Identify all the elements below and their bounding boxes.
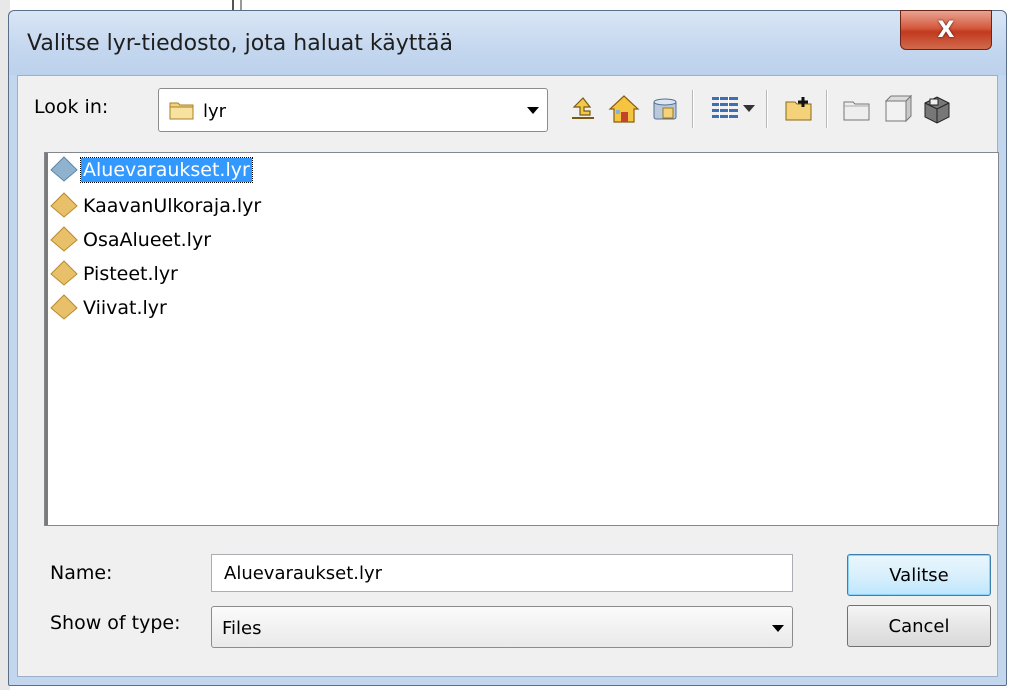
layer-file-icon <box>50 260 78 286</box>
list-border <box>45 153 48 525</box>
list-item[interactable]: OsaAlueet.lyr <box>49 225 213 255</box>
background-divider <box>232 0 234 10</box>
toolbar-separator <box>826 90 828 128</box>
list-item[interactable]: Aluevaraukset.lyr <box>49 155 253 185</box>
view-dropdown-chevron-icon[interactable] <box>740 92 758 126</box>
view-menu-icon[interactable] <box>708 92 742 126</box>
new-item-icon[interactable] <box>880 92 914 126</box>
name-label: Name: <box>50 562 113 584</box>
title-bar[interactable]: Valitse lyr-tiedosto, jota haluat käyttä… <box>9 10 1006 75</box>
chevron-down-icon[interactable] <box>527 107 539 114</box>
layer-file-icon <box>50 294 78 320</box>
new-folder-icon[interactable] <box>840 92 874 126</box>
cancel-button[interactable]: Cancel <box>847 605 991 647</box>
file-list[interactable]: Aluevaraukset.lyr KaavanUlkoraja.lyr Osa… <box>44 152 999 526</box>
list-item[interactable]: Pisteet.lyr <box>49 259 180 289</box>
name-input[interactable] <box>211 554 793 592</box>
valitse-button[interactable]: Valitse <box>847 554 991 596</box>
file-name: Pisteet.lyr <box>83 263 178 285</box>
list-item[interactable]: KaavanUlkoraja.lyr <box>49 191 263 221</box>
dialog-body: Look in: lyr Aluevaraukset.lyr KaavanUlk… <box>17 75 999 677</box>
chevron-down-icon[interactable] <box>772 625 784 632</box>
home-icon[interactable] <box>607 92 641 126</box>
file-name: KaavanUlkoraja.lyr <box>83 195 262 217</box>
look-in-value: lyr <box>203 101 227 122</box>
file-dialog: Valitse lyr-tiedosto, jota haluat käyttä… <box>8 10 1007 686</box>
folder-icon <box>169 102 194 120</box>
file-name: Viivat.lyr <box>83 297 167 319</box>
type-label: Show of type: <box>50 612 181 634</box>
dialog-title: Valitse lyr-tiedosto, jota haluat käyttä… <box>27 31 453 56</box>
look-in-label: Look in: <box>34 96 109 118</box>
layer-file-icon <box>50 192 78 218</box>
toolbar-separator <box>766 90 768 128</box>
background-divider <box>240 0 242 10</box>
type-dropdown[interactable]: Files <box>211 606 793 648</box>
file-name: OsaAlueet.lyr <box>83 229 212 251</box>
close-icon: X <box>937 17 955 43</box>
layer-file-icon <box>50 156 78 182</box>
look-in-dropdown[interactable]: lyr <box>158 88 548 132</box>
layer-file-icon <box>50 226 78 252</box>
up-one-level-icon[interactable] <box>566 92 600 126</box>
toolbar-separator <box>692 90 694 128</box>
connect-folder-icon[interactable] <box>782 92 816 126</box>
toolbox-icon[interactable] <box>920 92 954 126</box>
close-button[interactable]: X <box>900 10 992 50</box>
catalog-connections-icon[interactable] <box>648 92 682 126</box>
type-value: Files <box>222 618 262 639</box>
list-item[interactable]: Viivat.lyr <box>49 293 169 323</box>
file-name: Aluevaraukset.lyr <box>80 157 253 183</box>
